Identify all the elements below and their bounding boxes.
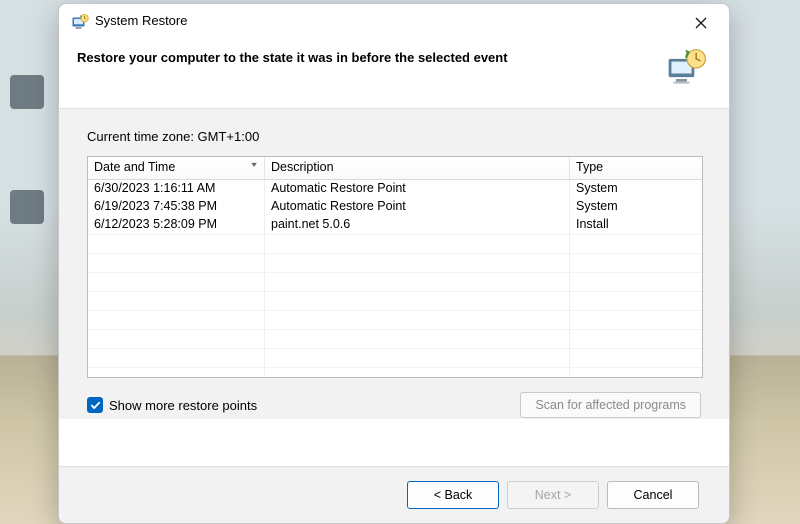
table-row-empty [88,329,702,348]
system-restore-large-icon [665,46,709,90]
back-button[interactable]: < Back [407,481,499,509]
restore-points-grid[interactable]: Date and Time ▾ Description Type 6/30/20… [87,156,703,378]
column-label: Description [271,160,334,174]
column-label: Type [576,160,603,174]
desktop-background: System Restore Restore your computer to … [0,0,800,524]
show-more-checkbox[interactable]: Show more restore points [87,397,257,413]
cell-datetime: 6/19/2023 7:45:38 PM [88,198,265,216]
table-row-empty [88,310,702,329]
timezone-label: Current time zone: GMT+1:00 [87,129,701,144]
column-label: Date and Time [94,160,175,174]
table-row-empty [88,272,702,291]
cell-datetime: 6/12/2023 5:28:09 PM [88,216,265,234]
grid-header: Date and Time ▾ Description Type [88,157,702,180]
table-row[interactable]: 6/12/2023 5:28:09 PM paint.net 5.0.6 Ins… [88,216,702,234]
below-grid-row: Show more restore points Scan for affect… [87,392,701,418]
next-button: Next > [507,481,599,509]
table-row-empty [88,291,702,310]
column-header-description[interactable]: Description [265,157,570,179]
wizard-footer: < Back Next > Cancel [59,466,729,523]
wizard-heading: Restore your computer to the state it wa… [77,50,508,65]
table-row[interactable]: 6/30/2023 1:16:11 AM Automatic Restore P… [88,180,702,198]
cell-description: Automatic Restore Point [265,180,570,198]
cell-description: Automatic Restore Point [265,198,570,216]
sort-descending-icon: ▾ [251,160,257,169]
table-row[interactable]: 6/19/2023 7:45:38 PM Automatic Restore P… [88,198,702,216]
cell-type: System [570,198,702,216]
table-row-empty [88,367,702,378]
cell-type: System [570,180,702,198]
checkbox-label: Show more restore points [109,398,257,413]
column-header-type[interactable]: Type [570,157,702,179]
wizard-header: Restore your computer to the state it wa… [59,40,729,109]
cell-description: paint.net 5.0.6 [265,216,570,234]
table-row-empty [88,234,702,253]
scan-affected-button[interactable]: Scan for affected programs [520,392,701,418]
wizard-content: Current time zone: GMT+1:00 Date and Tim… [59,109,729,419]
desktop-shortcut[interactable] [8,190,46,226]
close-icon [695,17,707,32]
table-row-empty [88,253,702,272]
checkbox-checked-icon [87,397,103,413]
cancel-button[interactable]: Cancel [607,481,699,509]
column-header-datetime[interactable]: Date and Time ▾ [88,157,265,179]
table-row-empty [88,348,702,367]
close-button[interactable] [681,10,721,38]
cell-datetime: 6/30/2023 1:16:11 AM [88,180,265,198]
titlebar: System Restore [59,4,729,40]
window-title: System Restore [95,13,187,28]
desktop-shortcut[interactable] [8,75,46,111]
system-restore-window: System Restore Restore your computer to … [58,3,730,524]
system-restore-icon [71,13,89,31]
cell-type: Install [570,216,702,234]
grid-body: 6/30/2023 1:16:11 AM Automatic Restore P… [88,180,702,378]
